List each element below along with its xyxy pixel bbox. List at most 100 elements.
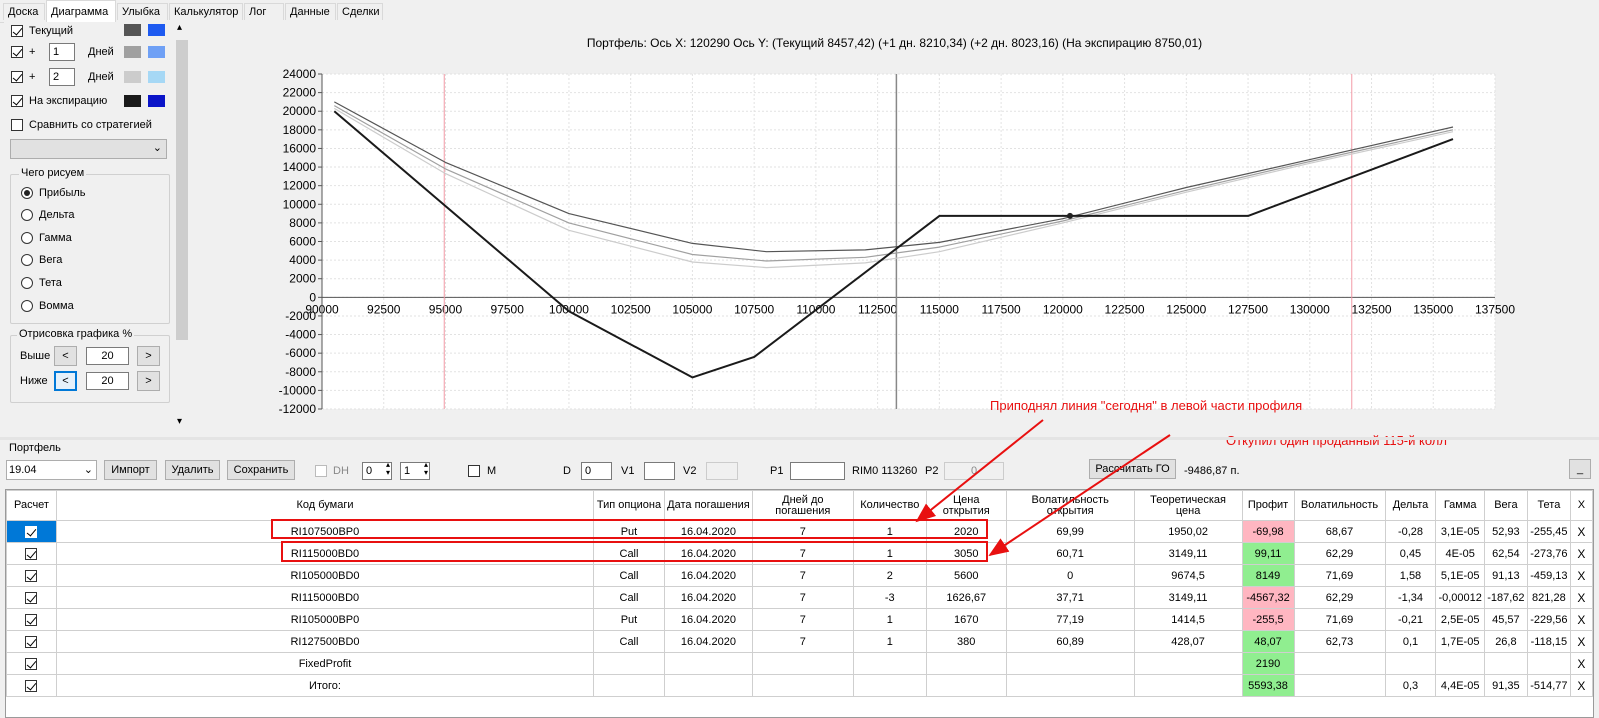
remove-row-button[interactable]: X	[1569, 630, 1594, 653]
portfolio-select[interactable]: 19.04 ⌄	[6, 460, 97, 480]
tab-deals[interactable]: Сделки	[337, 3, 383, 20]
table-row[interactable]: RI115000BD0 Call 16.04.2020 7 -3 1626,67 37,71…	[6, 586, 1594, 609]
m-checkbox[interactable]	[468, 465, 480, 477]
col-header[interactable]: Тета	[1526, 490, 1571, 521]
calc-checkbox[interactable]	[25, 569, 38, 582]
expiry-checkbox[interactable]	[11, 95, 23, 107]
below-input[interactable]: 20	[86, 372, 129, 390]
delete-button[interactable]: Удалить	[165, 460, 220, 480]
calc-checkbox[interactable]	[25, 657, 38, 670]
v1-input[interactable]	[644, 462, 675, 480]
col-header[interactable]: X	[1569, 490, 1594, 521]
calculate-go-button[interactable]: Рассчитать ГО	[1089, 459, 1176, 479]
dh-value2-stepper[interactable]: 1 ▴ ▾	[400, 461, 430, 480]
plus2-days-input[interactable]: 2	[49, 68, 75, 86]
col-header[interactable]: Тип опциона	[593, 490, 665, 521]
calc-checkbox[interactable]	[25, 613, 38, 626]
calc-checkbox-cell[interactable]	[6, 674, 57, 697]
table-row[interactable]: RI105000BP0 Put 16.04.2020 7 1 1670 77,19 1414,…	[6, 608, 1594, 631]
calc-checkbox[interactable]	[25, 635, 38, 648]
compare-checkbox[interactable]	[11, 119, 23, 131]
plus1-color-swatch-2[interactable]	[148, 46, 165, 58]
current-color-swatch[interactable]	[124, 24, 141, 36]
radio-vomma[interactable]	[21, 300, 33, 312]
remove-row-button[interactable]: X	[1569, 542, 1594, 565]
calc-checkbox-cell[interactable]	[6, 652, 57, 675]
calc-checkbox-cell[interactable]	[6, 586, 57, 609]
col-header[interactable]: Код бумаги	[55, 490, 595, 521]
col-header[interactable]: Дней до погашения	[751, 490, 854, 521]
d-input[interactable]: 0	[581, 462, 612, 480]
stepper-arrows-icon[interactable]: ▴ ▾	[424, 461, 428, 477]
p1-input[interactable]	[790, 462, 845, 480]
scroll-thumb[interactable]	[176, 40, 188, 340]
col-header[interactable]: Вега	[1483, 490, 1528, 521]
table-row[interactable]: RI127500BD0 Call 16.04.2020 7 1 380 60,89 428,0…	[6, 630, 1594, 653]
col-header[interactable]: Гамма	[1435, 490, 1485, 521]
col-header[interactable]: Волатильность	[1293, 490, 1386, 521]
radio-gamma[interactable]	[21, 232, 33, 244]
expiry-color-swatch-2[interactable]	[148, 95, 165, 107]
calc-checkbox-cell[interactable]	[6, 564, 57, 587]
stepper-arrows-icon[interactable]: ▴ ▾	[386, 461, 390, 477]
scroll-up-icon[interactable]: ▴	[177, 22, 182, 33]
expiry-color-swatch[interactable]	[124, 95, 141, 107]
radio-vega[interactable]	[21, 254, 33, 266]
radio-theta[interactable]	[21, 277, 33, 289]
payoff-chart[interactable]: 90000 92500 95000 97500 100000 102500 105000 10…	[190, 22, 1599, 437]
table-row[interactable]: FixedProfit 2190 X	[6, 652, 1594, 675]
plus2-color-swatch[interactable]	[124, 71, 141, 83]
col-header[interactable]: Расчет	[6, 490, 57, 521]
left-panel-scrollbar[interactable]: ▴ ▾	[174, 22, 190, 432]
tab-diagram[interactable]: Диаграмма	[46, 0, 116, 22]
col-header[interactable]: Волатильность открытия	[1005, 490, 1135, 521]
tab-log[interactable]: Лог	[244, 3, 284, 20]
plus1-color-swatch[interactable]	[124, 46, 141, 58]
remove-row-button[interactable]: X	[1569, 652, 1594, 675]
radio-profit[interactable]	[21, 187, 33, 199]
current-checkbox[interactable]	[11, 25, 23, 37]
dh-checkbox[interactable]	[315, 465, 327, 477]
calc-checkbox-cell[interactable]	[6, 520, 57, 543]
plus1-days-input[interactable]: 1	[49, 43, 75, 61]
calc-checkbox-cell[interactable]	[6, 608, 57, 631]
remove-row-button[interactable]: X	[1569, 674, 1594, 697]
tab-board[interactable]: Доска	[3, 3, 45, 20]
calc-checkbox-cell[interactable]	[6, 542, 57, 565]
table-row[interactable]: Итого: 5593,38 0,3 4,4E-05 91,35 -514,77 X	[6, 674, 1594, 697]
col-header[interactable]: Дата погашения	[663, 490, 753, 521]
calc-checkbox[interactable]	[25, 547, 38, 560]
p2-input[interactable]: 0	[944, 462, 1004, 480]
tab-smile[interactable]: Улыбка	[117, 3, 168, 20]
calc-checkbox[interactable]	[25, 679, 38, 692]
calc-checkbox-cell[interactable]	[6, 630, 57, 653]
below-increase-button[interactable]: >	[137, 371, 160, 391]
table-row[interactable]: RI105000BD0 Call 16.04.2020 7 2 5600 0 9674,5 81…	[6, 564, 1594, 587]
remove-row-button[interactable]: X	[1569, 564, 1594, 587]
remove-row-button[interactable]: X	[1569, 608, 1594, 631]
remove-row-button[interactable]: X	[1569, 586, 1594, 609]
plus2-color-swatch-2[interactable]	[148, 71, 165, 83]
plus1-checkbox[interactable]	[11, 46, 23, 58]
below-decrease-button[interactable]: <	[54, 371, 77, 391]
col-header[interactable]: Теоретическая цена	[1133, 490, 1243, 521]
calc-checkbox[interactable]	[25, 591, 38, 604]
above-increase-button[interactable]: >	[137, 346, 160, 366]
import-button[interactable]: Импорт	[104, 460, 157, 480]
remove-row-button[interactable]: X	[1569, 520, 1594, 543]
col-header[interactable]: Цена открытия	[925, 490, 1007, 521]
tab-calculator[interactable]: Калькулятор	[169, 3, 243, 20]
dh-value1-stepper[interactable]: 0 ▴ ▾	[362, 461, 392, 480]
current-color-swatch-2[interactable]	[148, 24, 165, 36]
above-decrease-button[interactable]: <	[54, 346, 77, 366]
above-input[interactable]: 20	[86, 347, 129, 365]
minimize-button[interactable]: _	[1569, 459, 1591, 479]
col-header[interactable]: Количество	[852, 490, 927, 521]
calc-checkbox[interactable]	[25, 525, 38, 538]
radio-delta[interactable]	[21, 209, 33, 221]
col-header[interactable]: Дельта	[1384, 490, 1437, 521]
save-button[interactable]: Сохранить	[227, 460, 295, 480]
strategy-select[interactable]: ⌄	[10, 139, 167, 159]
scroll-down-icon[interactable]: ▾	[177, 416, 182, 427]
plus2-checkbox[interactable]	[11, 71, 23, 83]
